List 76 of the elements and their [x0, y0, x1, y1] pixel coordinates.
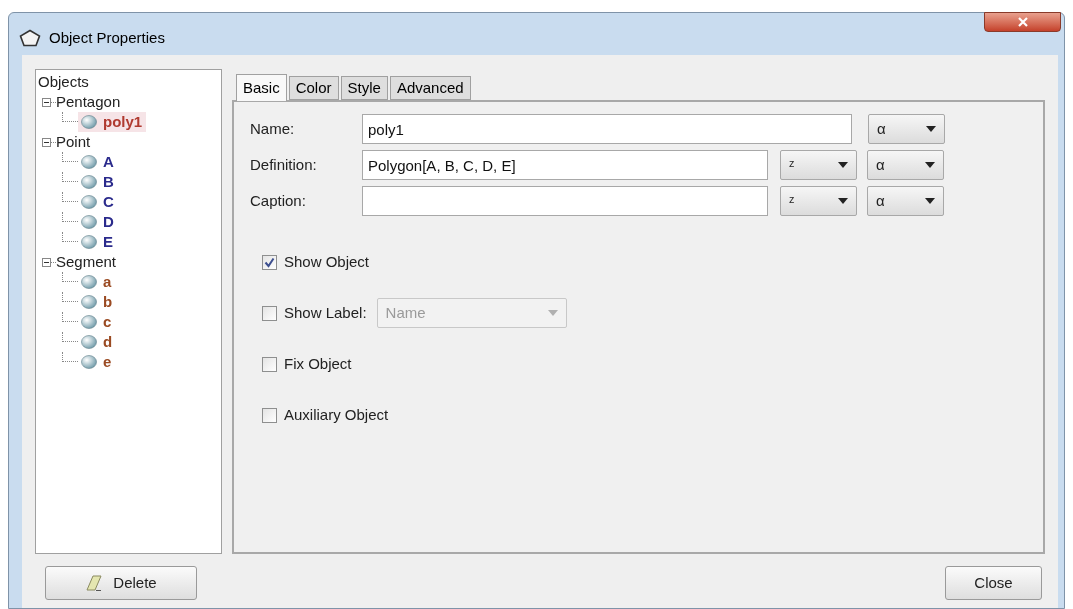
field-label: Definition:: [250, 154, 318, 175]
window-title: Object Properties: [49, 28, 165, 48]
object-label: d: [103, 332, 113, 352]
caret-icon: [838, 198, 848, 204]
object-label: poly1: [103, 112, 143, 132]
checkbox[interactable]: [262, 356, 277, 372]
ball-icon: [81, 335, 97, 349]
collapse-icon[interactable]: [42, 137, 51, 147]
close-icon: [1017, 17, 1028, 27]
dropdown[interactable]: ᶻ: [780, 186, 857, 216]
input-field[interactable]: poly1: [362, 114, 852, 144]
tree-item[interactable]: B: [78, 172, 118, 192]
tab[interactable]: Color: [288, 76, 339, 100]
checkbox[interactable]: [262, 305, 277, 321]
ball-icon: [81, 295, 97, 309]
dropdown[interactable]: ᶻ: [780, 150, 857, 180]
caret-icon: [925, 162, 935, 168]
checkbox-label: Fix Object: [284, 353, 352, 374]
ball-icon: [81, 275, 97, 289]
ball-icon: [81, 315, 97, 329]
collapse-icon[interactable]: [42, 257, 51, 267]
tree-item[interactable]: e: [78, 352, 116, 372]
object-label: a: [103, 272, 112, 292]
field-label: Name:: [250, 118, 296, 139]
object-label: E: [103, 232, 113, 252]
object-label: A: [103, 152, 114, 172]
tree-item[interactable]: E: [78, 232, 117, 252]
close-dialog-button[interactable]: Close: [945, 566, 1042, 600]
object-label: C: [103, 192, 114, 212]
object-label: e: [103, 352, 112, 372]
ball-icon: [81, 175, 97, 189]
pentagon-icon: [19, 29, 41, 48]
tree-item[interactable]: d: [78, 332, 117, 352]
tree-item[interactable]: a: [78, 272, 116, 292]
checkbox[interactable]: [262, 254, 277, 270]
caret-icon: [926, 126, 936, 132]
dropdown[interactable]: α: [867, 150, 944, 180]
tree-item[interactable]: A: [78, 152, 118, 172]
input-field[interactable]: [362, 186, 768, 216]
caret-icon: [925, 198, 935, 204]
object-label: c: [103, 312, 112, 332]
caret-icon: [547, 310, 558, 316]
ball-icon: [81, 215, 97, 229]
tree-item[interactable]: b: [78, 292, 117, 312]
ball-icon: [81, 155, 97, 169]
tree-group[interactable]: Point: [56, 132, 91, 152]
close-button[interactable]: [984, 12, 1061, 32]
checkbox-label: Show Object: [284, 251, 370, 272]
checkbox[interactable]: [262, 407, 277, 423]
input-field[interactable]: Polygon[A, B, C, D, E]: [362, 150, 768, 180]
tree-item[interactable]: C: [78, 192, 118, 212]
dropdown[interactable]: α: [867, 186, 944, 216]
caret-icon: [838, 162, 848, 168]
delete-button[interactable]: Delete: [45, 566, 197, 600]
collapse-icon[interactable]: [42, 97, 51, 107]
tab[interactable]: Style: [340, 76, 388, 100]
dropdown[interactable]: α: [868, 114, 945, 144]
object-label: B: [103, 172, 114, 192]
field-label: Caption:: [250, 190, 307, 211]
tab[interactable]: Advanced: [389, 76, 471, 100]
tree-group[interactable]: Segment: [56, 252, 117, 272]
tab[interactable]: Basic: [236, 74, 287, 101]
object-label: D: [103, 212, 114, 232]
check-icon: [264, 256, 275, 268]
ball-icon: [81, 195, 97, 209]
ball-icon: [81, 355, 97, 369]
tree-item[interactable]: D: [78, 212, 118, 232]
object-label: b: [103, 292, 113, 312]
ball-icon: [81, 115, 97, 129]
tree-item[interactable]: poly1: [78, 112, 147, 132]
checkbox-label: Show Label:: [284, 302, 367, 323]
ball-icon: [81, 235, 97, 249]
tree-root: Objects: [38, 72, 90, 92]
checkbox-label: Auxiliary Object: [284, 404, 389, 425]
tree-group[interactable]: Pentagon: [56, 92, 121, 112]
tree-item[interactable]: c: [78, 312, 116, 332]
